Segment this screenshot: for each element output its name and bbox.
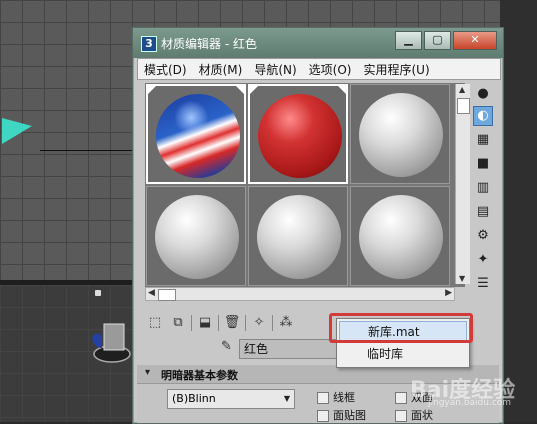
checkbox-box[interactable]	[395, 410, 407, 422]
make-preview-icon[interactable]: ▤	[473, 202, 493, 222]
wire-checkbox[interactable]: 线框	[317, 389, 355, 405]
sample-type-sphere-icon[interactable]: ●	[473, 84, 493, 104]
checkbox-box[interactable]	[317, 392, 329, 404]
video-color-check-icon[interactable]: ▥	[473, 178, 493, 198]
window-title: 材质编辑器 - 红色	[161, 37, 257, 51]
toolbar-separator	[191, 315, 192, 331]
close-button[interactable]: ✕	[453, 31, 497, 50]
select-by-material-icon[interactable]: ✦	[473, 250, 493, 270]
title-bar[interactable]: 3 材质编辑器 - 红色 ▁ ▢ ✕	[133, 28, 503, 58]
menu-utilities[interactable]: 实用程序(U)	[357, 61, 435, 78]
assign-to-selection-icon[interactable]: ⬓	[195, 313, 215, 333]
face-map-label: 面贴图	[333, 409, 366, 422]
toolbar-separator	[245, 315, 246, 331]
eyedropper-icon[interactable]: ✎	[221, 339, 239, 357]
scroll-thumb[interactable]	[158, 289, 176, 301]
toolbar-separator	[218, 315, 219, 331]
sample-slot-5[interactable]	[248, 186, 348, 286]
wire-label: 线框	[333, 391, 355, 404]
sample-sphere-default	[257, 195, 341, 279]
app-logo-icon: 3	[141, 36, 157, 52]
viewport-right-panel	[500, 0, 537, 422]
put-to-scene-icon[interactable]: ⧉	[168, 313, 188, 333]
slot-hot-indicator	[148, 86, 156, 94]
sample-sphere-default	[155, 195, 239, 279]
scroll-thumb[interactable]	[457, 98, 470, 114]
watermark-url: jingyan.baidu.com	[428, 398, 512, 408]
collapse-arrow-icon[interactable]: ▾	[145, 367, 150, 378]
shader-type-value: (B)Blinn	[172, 392, 216, 405]
menu-options[interactable]: 选项(O)	[303, 61, 358, 78]
menu-material[interactable]: 材质(M)	[193, 61, 249, 78]
sample-uv-tiling-icon[interactable]: ■	[473, 154, 493, 174]
sample-sphere-default	[359, 93, 443, 177]
material-map-navigator-icon[interactable]: ☰	[473, 274, 493, 294]
shader-type-dropdown[interactable]: (B)Blinn ▼	[167, 389, 295, 409]
scroll-down-icon[interactable]: ▼	[459, 274, 465, 283]
slots-vertical-scrollbar[interactable]: ▲ ▼	[455, 84, 470, 284]
face-map-checkbox[interactable]: 面贴图	[317, 407, 366, 423]
material-sample-slots	[145, 83, 465, 287]
chevron-down-icon: ▼	[283, 394, 290, 403]
checker-background-icon[interactable]: ▦	[473, 130, 493, 150]
checkbox-box[interactable]	[395, 392, 407, 404]
make-unique-icon[interactable]: ✧	[249, 313, 269, 333]
toolbar-separator	[272, 315, 273, 331]
sample-sphere-default	[359, 195, 443, 279]
watermark-logo: Bai度经验 jingyan.baidu.com	[410, 372, 534, 416]
delete-icon[interactable]: 🗑	[222, 313, 242, 333]
backlight-icon[interactable]: ◐	[473, 106, 493, 126]
menu-item-temp-library[interactable]: 临时库	[339, 344, 467, 364]
annotation-highlight	[329, 313, 473, 343]
viewport-camera-marker[interactable]	[95, 290, 101, 296]
minimize-button[interactable]: ▁	[395, 31, 422, 50]
get-material-icon[interactable]: ⬚	[145, 313, 165, 333]
menu-bar: 模式(D) 材质(M) 导航(N) 选项(O) 实用程序(U)	[137, 58, 501, 80]
slot-hot-indicator	[338, 86, 346, 94]
scene-object-teapot[interactable]	[92, 318, 132, 368]
scroll-up-icon[interactable]: ▲	[459, 85, 465, 94]
slots-horizontal-scrollbar[interactable]: ◀ ▶	[145, 287, 455, 301]
scene-object-plane[interactable]	[2, 118, 32, 144]
options-icon[interactable]: ⚙	[473, 226, 493, 246]
maximize-button[interactable]: ▢	[424, 31, 451, 50]
sample-slot-4[interactable]	[146, 186, 246, 286]
scroll-right-icon[interactable]: ▶	[445, 288, 452, 298]
sample-slot-2[interactable]	[248, 84, 348, 184]
checkbox-box[interactable]	[317, 410, 329, 422]
scroll-left-icon[interactable]: ◀	[148, 288, 155, 298]
sample-sphere-beach-ball	[156, 94, 240, 178]
slot-hot-indicator	[250, 86, 258, 94]
slot-hot-indicator	[236, 86, 244, 94]
menu-navigation[interactable]: 导航(N)	[248, 61, 302, 78]
sample-sphere-red	[258, 94, 342, 178]
material-id-icon[interactable]: ⁂	[276, 313, 296, 333]
sample-slot-1[interactable]	[146, 84, 246, 184]
sample-slot-6[interactable]	[350, 186, 450, 286]
scene-edge-line	[40, 150, 132, 151]
window-controls: ▁ ▢ ✕	[395, 31, 499, 50]
rollout-title: 明暗器基本参数	[161, 369, 238, 382]
menu-mode[interactable]: 模式(D)	[138, 61, 193, 78]
material-toolbar: ⬚ ⧉ ⬓ 🗑 ✧ ⁂	[145, 312, 299, 334]
sample-slot-3[interactable]	[350, 84, 450, 184]
